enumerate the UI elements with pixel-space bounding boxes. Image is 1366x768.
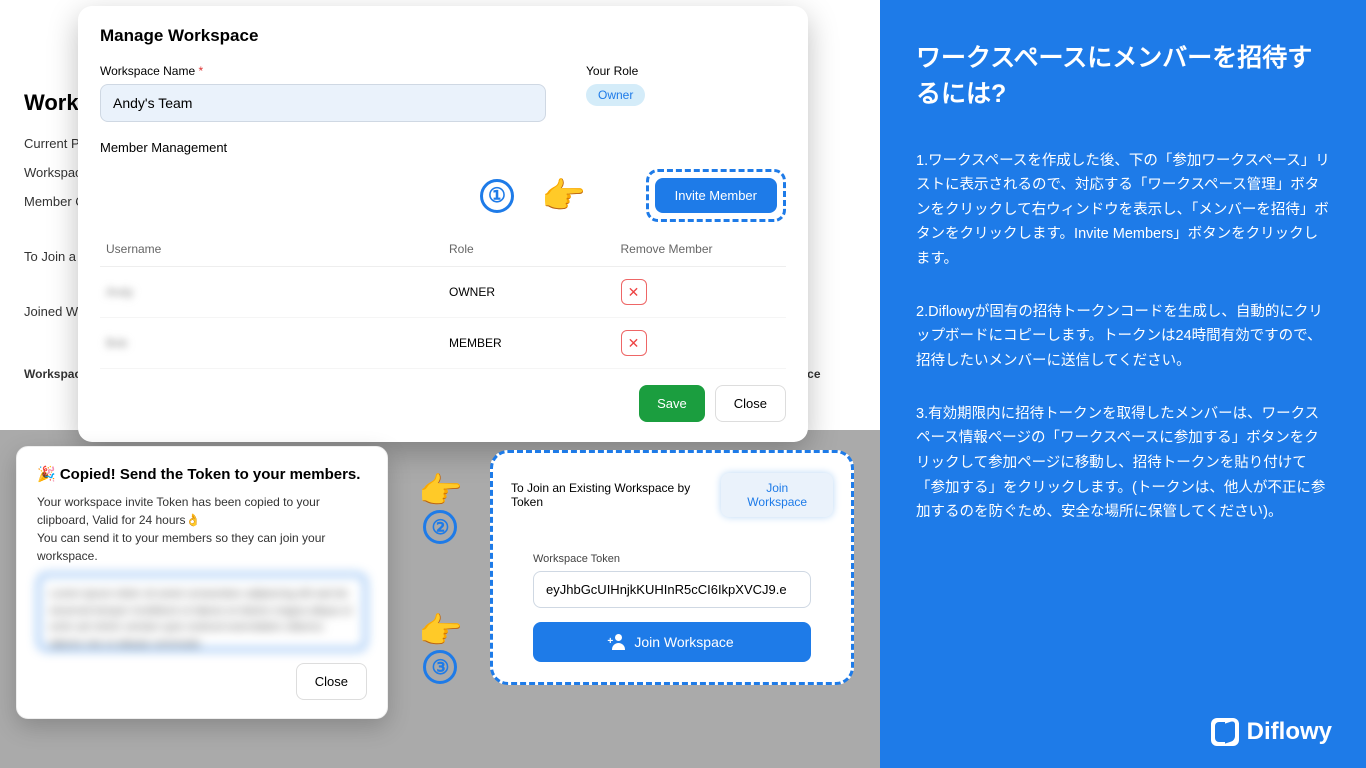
toast-close-button[interactable]: Close (296, 663, 367, 700)
toast-line1: Your workspace invite Token has been cop… (37, 495, 320, 527)
member-role: OWNER (443, 267, 615, 318)
pointer-icon: 👉 (541, 175, 586, 217)
toast-line2: You can send it to your members so they … (37, 531, 325, 563)
save-button[interactable]: Save (639, 385, 705, 422)
guide-title: ワークスペースにメンバーを招待するには? (916, 40, 1330, 113)
step-2-marker: ② (423, 510, 457, 544)
toast-title: 🎉 Copied! Send the Token to your members… (37, 465, 367, 483)
token-copied-toast: 🎉 Copied! Send the Token to your members… (16, 446, 388, 719)
join-button-label: Join Workspace (634, 634, 733, 650)
workspace-name-label: Workspace Name (100, 64, 546, 78)
member-management-heading: Member Management (100, 140, 786, 155)
brand-logo-icon (1211, 718, 1239, 746)
table-row: Bob MEMBER ✕ (100, 318, 786, 369)
guide-step-1: 1.ワークスペースを作成した後、下の「参加ワークスペース」リストに表示されるので… (916, 149, 1330, 272)
join-workspace-panel: To Join an Existing Workspace by Token J… (490, 450, 854, 685)
member-name: Andy (106, 285, 133, 299)
col-username: Username (100, 232, 443, 267)
member-role: MEMBER (443, 318, 615, 369)
your-role-label: Your Role (586, 64, 786, 78)
pointer-icon: 👉 (418, 610, 463, 652)
workspace-token-input[interactable] (533, 571, 811, 608)
brand-name: Diflowy (1247, 718, 1332, 746)
col-role: Role (443, 232, 615, 267)
invite-highlight: Invite Member (646, 169, 786, 222)
step-1-marker: ① (480, 179, 514, 213)
person-add-icon: + (610, 634, 626, 650)
brand: Diflowy (1211, 718, 1332, 746)
member-name: Bob (106, 336, 127, 350)
pointer-icon: 👉 (418, 470, 463, 512)
workspace-token-label: Workspace Token (533, 553, 811, 565)
join-workspace-button-small[interactable]: Join Workspace (721, 473, 833, 517)
guide-sidebar: ワークスペースにメンバーを招待するには? 1.ワークスペースを作成した後、下の「… (880, 0, 1366, 768)
guide-step-2: 2.Diflowyが固有の招待トークンコードを生成し、自動的にクリップボードにコ… (916, 300, 1330, 374)
toast-token-blur: Lorem ipsum dolor sit amet consectetur a… (37, 573, 367, 651)
table-row: Andy OWNER ✕ (100, 267, 786, 318)
step-markers: 👉 ② 👉 ③ (418, 470, 463, 684)
remove-member-button[interactable]: ✕ (621, 279, 647, 305)
manage-workspace-modal: Manage Workspace Workspace Name Your Rol… (78, 6, 808, 442)
col-remove: Remove Member (615, 232, 787, 267)
join-workspace-button[interactable]: + Join Workspace (533, 622, 811, 662)
invite-member-button[interactable]: Invite Member (655, 178, 777, 213)
modal-title: Manage Workspace (100, 26, 786, 46)
join-heading: To Join an Existing Workspace by Token (511, 481, 721, 509)
member-table: Username Role Remove Member Andy OWNER ✕… (100, 232, 786, 369)
remove-member-button[interactable]: ✕ (621, 330, 647, 356)
role-badge: Owner (586, 84, 645, 106)
guide-step-3: 3.有効期限内に招待トークンを取得したメンバーは、ワークスペース情報ページの「ワ… (916, 402, 1330, 525)
close-button[interactable]: Close (715, 385, 786, 422)
step-3-marker: ③ (423, 650, 457, 684)
workspace-name-input[interactable] (100, 84, 546, 122)
